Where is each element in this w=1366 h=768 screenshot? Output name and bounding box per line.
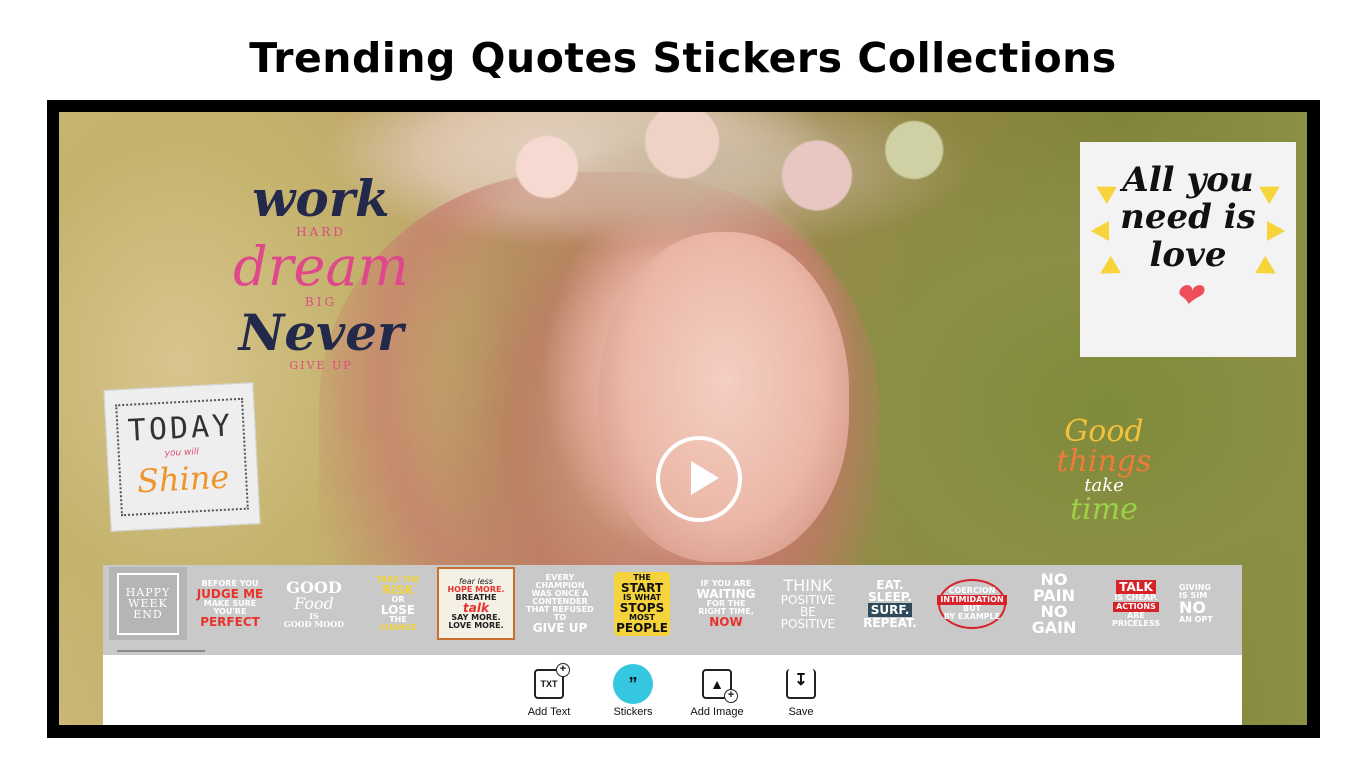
thumb-text: SLEEP. xyxy=(868,589,912,604)
sticker-thumb[interactable]: EVERY CHAMPION WAS ONCE A CONTENDER THAT… xyxy=(521,567,599,640)
thumb-text: GIVE UP xyxy=(532,620,588,635)
add-image-button[interactable]: ▲ + Add Image xyxy=(677,669,757,718)
app-window: work HARD dream BIG Never GIVE UP TODAY … xyxy=(47,100,1320,738)
sticker-thumb[interactable]: EAT. SLEEP. SURF. REPEAT. xyxy=(851,567,929,640)
down-arrow-glyph: ↧ xyxy=(794,672,808,689)
sticker-text: time xyxy=(1070,492,1138,527)
thumb-text: EAT. xyxy=(876,577,904,592)
thumb-text: REPEAT. xyxy=(863,615,917,630)
thumb-text: END xyxy=(133,608,163,621)
thumb-text: BE xyxy=(800,604,816,619)
winged-heart-icon: ❤ xyxy=(1173,276,1203,317)
sticker-thumb[interactable]: GIVING IS SIM NO AN OPT xyxy=(1179,567,1242,640)
sticker-good-things-take-time[interactable]: Good things take time xyxy=(1044,417,1164,532)
sticker-today-shine[interactable]: TODAY you will Shine xyxy=(103,382,261,532)
thumb-border: HAPPY WEEK END xyxy=(117,572,179,635)
sticker-thumb-selected[interactable]: fear less HOPE MORE. BREATHE talk SAY MO… xyxy=(437,567,515,640)
save-label: Save xyxy=(788,706,814,718)
thumb-text: LOVE MORE. xyxy=(448,620,504,630)
quote-sticker-icon: ” xyxy=(613,664,653,704)
photo-canvas[interactable]: work HARD dream BIG Never GIVE UP TODAY … xyxy=(59,112,1307,725)
thumb-text: IS CHEAP. xyxy=(1114,592,1158,602)
sticker-border: TODAY you will Shine xyxy=(115,397,249,517)
thumb-text: NO xyxy=(1179,597,1206,617)
tray-scrollbar[interactable] xyxy=(117,650,205,652)
sticker-thumb[interactable]: THINK POSITIVE BE POSITIVE xyxy=(769,567,847,640)
sticker-thumb[interactable]: TALK IS CHEAP. ACTIONS ARE PRICELESS xyxy=(1097,567,1175,640)
thumb-text: GOOD MOOD xyxy=(283,618,345,629)
thumb-text: AN OPT xyxy=(1179,614,1213,624)
thumb-text: Food xyxy=(294,593,334,613)
save-button[interactable]: ↧ Save xyxy=(761,669,841,718)
icon-text: ” xyxy=(628,674,638,694)
thumb-text: CHANCE xyxy=(379,622,417,632)
add-text-icon: TXT + xyxy=(534,663,570,699)
ray-shape xyxy=(1267,221,1285,241)
sticker-thumb[interactable]: BEFORE YOU JUDGE ME MAKE SURE YOU'RE PER… xyxy=(191,567,269,640)
sticker-text: things xyxy=(1056,444,1152,479)
sticker-thumb[interactable]: IF YOU ARE WAITING FOR THE RIGHT TIME, N… xyxy=(687,567,765,640)
thumb-text: STOPS xyxy=(619,600,665,615)
thumb-badge: THE START IS WHAT STOPS MOST PEOPLE xyxy=(614,571,670,636)
ray-shape xyxy=(1091,221,1109,241)
icon-text: TXT xyxy=(540,679,558,689)
sticker-thumb[interactable]: GOOD Food IS GOOD MOOD xyxy=(275,567,353,640)
sticker-text: work xyxy=(252,169,390,228)
stickers-button[interactable]: ” Stickers xyxy=(593,664,673,718)
thumb-text: NOW xyxy=(709,614,743,629)
plus-icon: + xyxy=(724,689,738,703)
thumb-text: TALK xyxy=(1116,579,1156,594)
save-download-icon: ↧ xyxy=(786,669,816,699)
thumb-text: ACTIONS xyxy=(1113,601,1159,612)
add-text-label: Add Text xyxy=(527,706,571,718)
thumb-text: LOSE xyxy=(380,602,416,617)
thumb-badge: COERCION INTIMIDATION BUT BY EXAMPLE xyxy=(937,578,1007,629)
sticker-thumb[interactable]: HAPPY WEEK END xyxy=(109,567,187,640)
play-icon[interactable] xyxy=(656,436,742,522)
sticker-thumb[interactable]: THE START IS WHAT STOPS MOST PEOPLE xyxy=(603,567,681,640)
thumb-text: GAIN xyxy=(1031,617,1077,637)
add-image-icon: ▲ + xyxy=(702,669,738,703)
sticker-text: need is xyxy=(1120,197,1256,238)
sticker-text: Shine xyxy=(136,457,231,501)
thumb-text: talk xyxy=(463,600,489,615)
thumb-text: COERCION xyxy=(948,585,996,595)
thumb-text: JUDGE ME xyxy=(196,586,264,601)
thumb-text: THINK xyxy=(783,575,833,595)
stickers-label: Stickers xyxy=(613,706,653,718)
thumb-text: POSITIVE xyxy=(780,616,836,631)
thumb-text: POSITIVE xyxy=(780,592,836,607)
sticker-text: Good xyxy=(1064,414,1144,449)
thumb-text: WAITING xyxy=(696,586,756,601)
sticker-text: Never xyxy=(238,303,404,362)
add-image-label: Add Image xyxy=(690,706,744,718)
thumb-text: INTIMIDATION xyxy=(937,594,1007,605)
thumb-text: BY EXAMPLE xyxy=(943,611,1001,621)
thumb-text: PERFECT xyxy=(200,614,260,629)
sticker-all-you-need-is-love[interactable]: All you need is love ❤ xyxy=(1080,142,1296,357)
sticker-thumb[interactable]: TAKE THE RISK OR LOSE THE CHANCE xyxy=(359,567,437,640)
sticker-text: dream xyxy=(233,235,409,298)
plus-icon: + xyxy=(556,663,570,677)
sticker-work-hard[interactable]: work HARD dream BIG Never GIVE UP xyxy=(231,169,411,372)
sticker-thumb[interactable]: NO PAIN NO GAIN xyxy=(1015,567,1093,640)
thumb-text: SURF. xyxy=(867,602,913,617)
sticker-thumb[interactable]: COERCION INTIMIDATION BUT BY EXAMPLE xyxy=(933,567,1011,640)
thumb-text: PEOPLE xyxy=(616,620,668,635)
thumb-text: RISK xyxy=(382,582,414,597)
thumb-text: THAT REFUSED TO xyxy=(526,604,594,622)
add-text-button[interactable]: TXT + Add Text xyxy=(509,663,589,718)
thumb-text: EVERY CHAMPION xyxy=(535,572,585,590)
thumb-text: MAKE SURE YOU'RE xyxy=(203,598,257,616)
sticker-tray[interactable]: HAPPY WEEK END BEFORE YOU JUDGE ME MAKE … xyxy=(103,565,1242,655)
mountain-glyph: ▲ xyxy=(710,676,724,692)
sticker-text: TODAY xyxy=(127,408,235,449)
thumb-text: START xyxy=(620,580,664,595)
thumb-text: PRICELESS xyxy=(1111,618,1161,628)
page-title: Trending Quotes Stickers Collections xyxy=(249,34,1117,82)
bottom-toolbar: TXT + Add Text ” Stickers ▲ + Add Image xyxy=(103,655,1242,725)
